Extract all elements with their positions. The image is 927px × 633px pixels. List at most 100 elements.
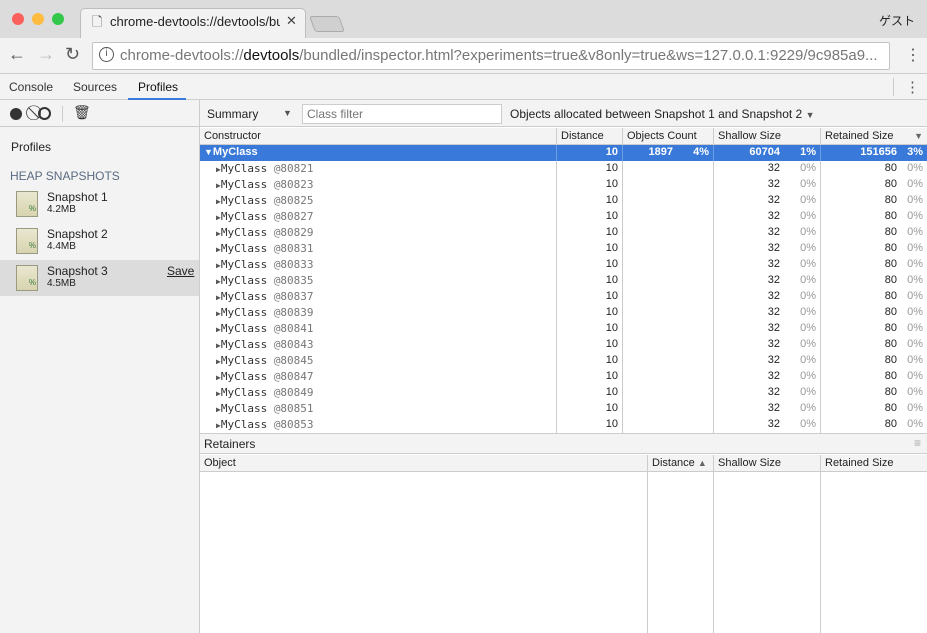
table-row[interactable]: ▶MyClass @80843 10 32 0% 80 0% (200, 337, 927, 353)
retained: 80 (884, 306, 897, 318)
object-name: MyClass (220, 418, 268, 431)
table-row[interactable]: ▶MyClass @80831 10 32 0% 80 0% (200, 241, 927, 257)
distance: 10 (556, 289, 622, 305)
col-objects-count[interactable]: Objects Count (622, 128, 713, 145)
col-constructor[interactable]: Constructor (200, 128, 556, 145)
table-row[interactable]: ▶MyClass @80847 10 32 0% 80 0% (200, 369, 927, 385)
shallow: 32 (767, 178, 780, 190)
object-name: MyClass (220, 162, 268, 175)
tab-console[interactable]: Console (9, 80, 53, 94)
col-retained-size[interactable]: Retained Size ▼ (820, 128, 927, 145)
dropdown-arrow-icon: ▼ (283, 108, 292, 118)
close-window-button[interactable] (12, 13, 24, 25)
retained-pct: 0% (907, 338, 923, 350)
object-id: @80833 (273, 258, 314, 271)
snapshot-name: Snapshot 3 (47, 264, 108, 278)
object-name: MyClass (220, 290, 268, 303)
class-filter-input[interactable] (302, 104, 502, 124)
table-row[interactable]: ▶MyClass @80825 10 32 0% 80 0% (200, 193, 927, 209)
shallow: 32 (767, 242, 780, 254)
snapshot-item-2[interactable]: % Snapshot 2 4.4MB (0, 223, 199, 259)
view-select[interactable]: Summary ▼ (207, 107, 295, 121)
browser-menu-icon[interactable]: ⋮ (905, 45, 921, 65)
drag-handle-icon[interactable]: ≡ (914, 436, 921, 450)
retained-pct: 0% (907, 258, 923, 270)
trash-icon[interactable]: 🗑 (73, 104, 91, 121)
record-icon[interactable] (10, 108, 22, 120)
table-row[interactable]: ▶MyClass @80837 10 32 0% 80 0% (200, 289, 927, 305)
count (622, 305, 713, 321)
snapshot-item-3[interactable]: % Snapshot 3 4.5MB Save (0, 260, 199, 296)
table-row[interactable]: ▶MyClass @80841 10 32 0% 80 0% (200, 321, 927, 337)
retained-pct: 0% (907, 162, 923, 174)
object-id: @80837 (273, 290, 314, 303)
table-row[interactable]: ▶MyClass @80821 10 32 0% 80 0% (200, 161, 927, 177)
object-id: @80849 (273, 386, 314, 399)
object-name: MyClass (220, 338, 268, 351)
object-id: @80831 (273, 242, 314, 255)
table-row[interactable]: ▶MyClass @80827 10 32 0% 80 0% (200, 209, 927, 225)
object-id: @80841 (273, 322, 314, 335)
tab-close-icon[interactable]: ✕ (286, 13, 297, 29)
count-pct: 4% (693, 146, 709, 158)
range-select[interactable]: Objects allocated between Snapshot 1 and… (510, 107, 830, 121)
table-row[interactable]: ▶MyClass @80835 10 32 0% 80 0% (200, 273, 927, 289)
back-icon[interactable]: ← (8, 44, 26, 65)
retained: 80 (884, 258, 897, 270)
table-row[interactable]: ▶MyClass @80833 10 32 0% 80 0% (200, 257, 927, 273)
snapshot-icon: % (16, 265, 38, 291)
new-tab-button[interactable] (309, 16, 345, 32)
distance: 10 (556, 273, 622, 289)
maximize-window-button[interactable] (52, 13, 64, 25)
table-row[interactable]: ▶MyClass @80845 10 32 0% 80 0% (200, 353, 927, 369)
save-link[interactable]: Save (167, 264, 194, 278)
retained: 80 (884, 274, 897, 286)
profile-label[interactable]: ゲスト (879, 12, 915, 29)
col-distance[interactable]: Distance (556, 128, 622, 145)
table-row[interactable]: ▶MyClass @80839 10 32 0% 80 0% (200, 305, 927, 321)
retained: 80 (884, 354, 897, 366)
tab-sources[interactable]: Sources (73, 80, 117, 94)
retained: 80 (884, 418, 897, 430)
table-row-group[interactable]: ▼MyClass 10 1897 4% 60704 1% 151656 3% (200, 145, 927, 161)
col-shallow-size[interactable]: Shallow Size (713, 128, 820, 145)
minimize-window-button[interactable] (32, 13, 44, 25)
shallow: 32 (767, 418, 780, 430)
table-row[interactable]: ▶MyClass @80829 10 32 0% 80 0% (200, 225, 927, 241)
table-row[interactable]: ▶MyClass @80851 10 32 0% 80 0% (200, 401, 927, 417)
url-text[interactable]: chrome-devtools://devtools/bundled/inspe… (120, 47, 878, 64)
object-name: MyClass (220, 226, 268, 239)
object-name: MyClass (220, 178, 268, 191)
retained-pct: 0% (907, 370, 923, 382)
count (622, 321, 713, 337)
collapse-icon: ▼ (204, 147, 213, 157)
object-id: @80821 (273, 162, 314, 175)
retained-pct: 0% (907, 210, 923, 222)
snapshot-item-1[interactable]: % Snapshot 1 4.2MB (0, 186, 199, 222)
forward-icon[interactable]: → (37, 44, 55, 65)
divider (62, 106, 63, 122)
divider (893, 78, 894, 96)
object-name: MyClass (220, 354, 268, 367)
table-row[interactable]: ▶MyClass @80853 10 32 0% 80 0% (200, 417, 927, 433)
devtools-menu-icon[interactable]: ⋮ (905, 78, 920, 96)
col-ret-shallow[interactable]: Shallow Size (713, 455, 820, 472)
shallow-pct: 0% (800, 338, 816, 350)
shallow-pct: 0% (800, 258, 816, 270)
count (622, 369, 713, 385)
info-icon[interactable]: i (99, 47, 114, 62)
retained-pct: 0% (907, 402, 923, 414)
tab-profiles[interactable]: Profiles (138, 80, 178, 94)
col-retained-size-label: Retained Size (825, 130, 894, 142)
col-ret-retained[interactable]: Retained Size (820, 455, 927, 472)
retained: 80 (884, 162, 897, 174)
section-heading: HEAP SNAPSHOTS (10, 169, 120, 183)
shallow: 32 (767, 210, 780, 222)
object-name: MyClass (220, 274, 268, 287)
reload-icon[interactable]: ↻ (65, 44, 80, 65)
table-row[interactable]: ▶MyClass @80823 10 32 0% 80 0% (200, 177, 927, 193)
col-object[interactable]: Object (200, 455, 647, 472)
shallow-pct: 0% (800, 354, 816, 366)
table-row[interactable]: ▶MyClass @80849 10 32 0% 80 0% (200, 385, 927, 401)
col-ret-distance[interactable]: Distance ▲ (647, 455, 713, 472)
